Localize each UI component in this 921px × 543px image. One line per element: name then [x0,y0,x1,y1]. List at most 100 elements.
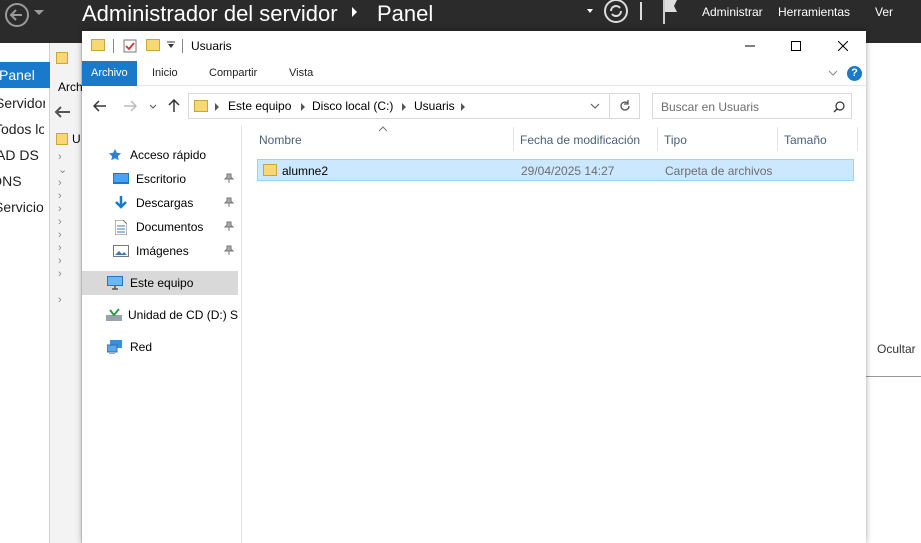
window-title: Usuaris [191,39,232,53]
nav-unidad-cd[interactable]: Unidad de CD (D:) SS [106,303,238,327]
document-icon [112,219,130,235]
search-icon[interactable] [833,101,845,113]
quick-access-toolbar-dropdown-icon[interactable] [167,41,175,49]
menu-herramientas[interactable]: Herramientas [778,0,850,24]
divider [866,376,921,377]
menu-ver[interactable]: Ver [875,0,893,24]
row-name[interactable]: alumne2 [282,164,328,178]
desktop-icon [112,171,130,187]
background-tab-label[interactable]: Arch [58,80,83,94]
folder-icon [194,100,208,112]
refresh-dropdown-icon[interactable] [587,9,593,13]
refresh-button[interactable] [610,93,640,119]
file-list: Nombre Fecha de modificación Tipo Tamaño… [243,125,866,543]
breadcrumb-separator-icon[interactable] [402,103,406,111]
tab-vista[interactable]: Vista [280,61,322,86]
history-dropdown-icon[interactable] [34,10,44,15]
sidebar-item-adds[interactable]: AD DS [0,142,46,168]
nav-descargas[interactable]: Descargas [112,191,238,215]
sidebar-item-todos[interactable]: Todos los [0,116,44,142]
back-icon[interactable] [4,2,30,28]
nav-label: Imágenes [136,244,189,258]
nav-documentos[interactable]: Documentos [112,215,238,239]
address-bar[interactable]: Este equipo Disco local (C:) Usuaris [188,93,610,119]
breadcrumb-arrow-icon [352,7,357,17]
nav-label: Escritorio [136,172,187,186]
search-placeholder: Buscar en Usuaris [661,100,760,114]
ribbon-tabs: Archivo Inicio Compartir Vista ? [82,61,866,86]
help-icon[interactable]: ? [847,66,862,81]
nav-label: Descargas [136,196,194,210]
column-header-tamano[interactable]: Tamaño [784,133,827,147]
explorer-window: Usuaris Archivo Inicio Compartir Vista ? [82,31,866,543]
forward-button[interactable] [123,100,137,112]
refresh-icon[interactable] [603,0,629,24]
column-divider[interactable] [657,127,658,151]
nav-imagenes[interactable]: Imágenes [112,239,238,263]
folder-icon [91,39,105,51]
folder-icon [263,164,277,176]
notifications-flag-icon[interactable] [661,0,681,24]
sidebar-item-dns[interactable]: DNS [0,168,42,194]
column-divider[interactable] [857,127,858,151]
nav-este-equipo[interactable]: Este equipo [106,271,238,295]
breadcrumb-este-equipo[interactable]: Este equipo [228,99,291,113]
address-bar-row: Este equipo Disco local (C:) Usuaris Bus… [82,87,866,125]
nav-label: Este equipo [130,276,194,290]
column-divider[interactable] [513,127,514,151]
ocultar-link[interactable]: Ocultar [877,342,916,356]
sidebar-item-panel[interactable]: Panel [0,62,49,88]
nav-label: Documentos [136,220,204,234]
menu-administrar[interactable]: Administrar [702,0,763,24]
computer-icon [106,275,124,291]
expand-ribbon-icon[interactable] [828,70,838,76]
server-manager-title: Administrador del servidor [82,1,338,26]
nav-label: Red [130,340,153,354]
sidebar-item-servidor[interactable]: Servidor [0,90,45,116]
nav-acceso-rapido[interactable]: Acceso rápido [106,143,262,167]
nav-escritorio[interactable]: Escritorio [112,167,238,191]
search-box[interactable]: Buscar en Usuaris [652,93,852,119]
row-date: 29/04/2025 14:27 [521,164,615,178]
pin-icon[interactable] [224,197,234,207]
back-button[interactable] [93,100,107,112]
pin-icon[interactable] [224,173,234,183]
background-explorer-window: Arch U › ⌄ › › › › › › › › › [50,43,83,543]
tab-archivo[interactable]: Archivo [82,61,137,86]
server-manager-right-area [866,43,921,543]
minimize-button[interactable] [727,31,773,61]
separator [182,39,183,53]
nav-label: Unidad de CD (D:) SS [128,308,238,322]
separator [113,39,114,53]
pin-icon[interactable] [224,245,234,255]
row-type: Carpeta de archivos [665,164,773,178]
nav-red[interactable]: Red [106,335,238,359]
navigation-pane: Acceso rápido Escritorio Descargas Docum… [82,125,242,543]
recent-locations-dropdown-icon[interactable] [149,104,157,109]
properties-icon[interactable] [123,39,137,53]
maximize-button[interactable] [773,31,819,61]
column-divider[interactable] [777,127,778,151]
breadcrumb-separator-icon[interactable] [461,103,465,111]
sidebar-item-servicios[interactable]: Servicios [0,194,44,220]
tab-compartir[interactable]: Compartir [200,61,266,86]
breadcrumb-usuaris[interactable]: Usuaris [414,99,455,113]
column-header-tipo[interactable]: Tipo [664,133,687,147]
back-arrow-icon[interactable] [54,105,72,119]
download-icon [112,195,130,211]
address-dropdown-icon[interactable] [590,103,600,109]
column-header-fecha[interactable]: Fecha de modificación [520,133,640,147]
column-header-nombre[interactable]: Nombre [259,133,302,147]
breadcrumb-separator-icon[interactable] [301,103,305,111]
breadcrumb-disco-local[interactable]: Disco local (C:) [312,99,393,113]
tree-expanders[interactable]: › ⌄ › › › › › › › › › [58,151,67,307]
table-row[interactable]: alumne2 29/04/2025 14:27 Carpeta de arch… [257,159,854,181]
new-folder-icon[interactable] [146,39,160,51]
tab-inicio[interactable]: Inicio [143,61,187,86]
breadcrumb-separator-icon[interactable] [215,103,219,111]
separator [640,2,642,20]
up-button[interactable] [168,99,180,113]
close-button[interactable] [820,31,866,61]
pin-icon[interactable] [224,221,234,231]
tree-label: U [72,132,81,146]
